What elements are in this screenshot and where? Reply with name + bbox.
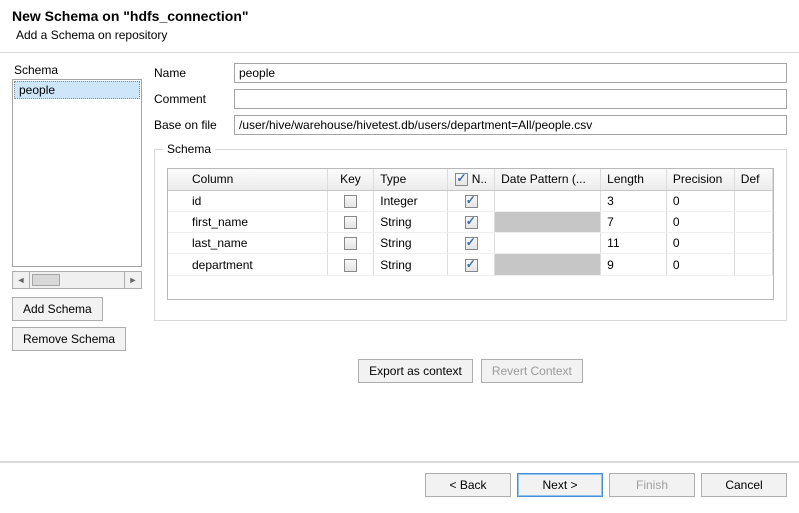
revert-context-button[interactable]: Revert Context bbox=[481, 359, 583, 383]
cell-date-pattern[interactable] bbox=[495, 254, 601, 275]
cell-precision[interactable]: 0 bbox=[666, 190, 734, 211]
name-input[interactable] bbox=[234, 63, 787, 83]
finish-button[interactable]: Finish bbox=[609, 473, 695, 497]
base-on-file-input[interactable] bbox=[234, 115, 787, 135]
checkbox-icon[interactable] bbox=[344, 216, 357, 229]
cell-default[interactable] bbox=[734, 233, 772, 254]
table-row[interactable]: first_name String 70 bbox=[168, 211, 773, 232]
form-area: Name Comment Base on file Schema Column … bbox=[154, 63, 787, 453]
schema-grid[interactable]: Column Key Type N.. Date Pattern (... Le… bbox=[167, 168, 774, 300]
schema-list-scrollbar[interactable]: ◄ ► bbox=[12, 271, 142, 289]
cell-precision[interactable]: 0 bbox=[666, 211, 734, 232]
cell-default[interactable] bbox=[734, 190, 772, 211]
cell-key[interactable] bbox=[327, 190, 374, 211]
schema-group: Schema Column Key Type N.. Date Pattern … bbox=[154, 149, 787, 321]
scroll-track[interactable] bbox=[30, 271, 124, 289]
add-schema-button[interactable]: Add Schema bbox=[12, 297, 103, 321]
header-date-pattern[interactable]: Date Pattern (... bbox=[495, 169, 601, 190]
cell-type[interactable]: String bbox=[374, 211, 448, 232]
checkbox-icon[interactable] bbox=[344, 195, 357, 208]
header-default[interactable]: Def bbox=[734, 169, 772, 190]
cell-precision[interactable]: 0 bbox=[666, 233, 734, 254]
cell-length[interactable]: 7 bbox=[601, 211, 667, 232]
cell-nullable[interactable] bbox=[448, 211, 495, 232]
header-precision[interactable]: Precision bbox=[666, 169, 734, 190]
cell-date-pattern[interactable] bbox=[495, 233, 601, 254]
wizard-header: New Schema on "hdfs_connection" Add a Sc… bbox=[0, 0, 799, 52]
scroll-left-icon[interactable]: ◄ bbox=[12, 271, 30, 289]
cell-date-pattern[interactable] bbox=[495, 190, 601, 211]
cancel-button[interactable]: Cancel bbox=[701, 473, 787, 497]
schema-list[interactable]: people bbox=[12, 79, 142, 267]
cell-nullable[interactable] bbox=[448, 254, 495, 275]
comment-label: Comment bbox=[154, 92, 226, 106]
remove-schema-button[interactable]: Remove Schema bbox=[12, 327, 126, 351]
header-key[interactable]: Key bbox=[327, 169, 374, 190]
schema-list-label: Schema bbox=[12, 63, 142, 77]
base-on-file-label: Base on file bbox=[154, 118, 226, 132]
header-column[interactable]: Column bbox=[168, 169, 327, 190]
checkbox-icon[interactable] bbox=[465, 216, 478, 229]
cell-precision[interactable]: 0 bbox=[666, 254, 734, 275]
cell-type[interactable]: Integer bbox=[374, 190, 448, 211]
cell-key[interactable] bbox=[327, 233, 374, 254]
schema-list-item[interactable]: people bbox=[14, 81, 140, 99]
cell-type[interactable]: String bbox=[374, 254, 448, 275]
comment-input[interactable] bbox=[234, 89, 787, 109]
schema-group-label: Schema bbox=[163, 142, 215, 156]
wizard-body: Schema people ◄ ► Add Schema Remove Sche… bbox=[0, 53, 799, 461]
next-button[interactable]: Next > bbox=[517, 473, 603, 497]
checkbox-icon[interactable] bbox=[465, 237, 478, 250]
cell-default[interactable] bbox=[734, 254, 772, 275]
header-nullable[interactable]: N.. bbox=[448, 169, 495, 190]
context-button-row: Export as context Revert Context bbox=[154, 359, 787, 383]
cell-key[interactable] bbox=[327, 211, 374, 232]
checkbox-icon[interactable] bbox=[465, 195, 478, 208]
wizard-footer: < Back Next > Finish Cancel bbox=[0, 462, 799, 507]
cell-date-pattern[interactable] bbox=[495, 211, 601, 232]
scroll-right-icon[interactable]: ► bbox=[124, 271, 142, 289]
checkbox-icon[interactable] bbox=[344, 237, 357, 250]
wizard-title: New Schema on "hdfs_connection" bbox=[12, 8, 787, 24]
cell-column[interactable]: last_name bbox=[168, 233, 327, 254]
table-row[interactable]: last_name String 110 bbox=[168, 233, 773, 254]
checkbox-icon[interactable] bbox=[455, 173, 468, 186]
export-as-context-button[interactable]: Export as context bbox=[358, 359, 473, 383]
table-row[interactable]: department String 90 bbox=[168, 254, 773, 275]
cell-length[interactable]: 11 bbox=[601, 233, 667, 254]
schema-panel: Schema people ◄ ► Add Schema Remove Sche… bbox=[12, 63, 142, 453]
back-button[interactable]: < Back bbox=[425, 473, 511, 497]
wizard-subtitle: Add a Schema on repository bbox=[12, 28, 787, 42]
checkbox-icon[interactable] bbox=[344, 259, 357, 272]
header-length[interactable]: Length bbox=[601, 169, 667, 190]
cell-type[interactable]: String bbox=[374, 233, 448, 254]
name-label: Name bbox=[154, 66, 226, 80]
cell-column[interactable]: first_name bbox=[168, 211, 327, 232]
checkbox-icon[interactable] bbox=[465, 259, 478, 272]
cell-default[interactable] bbox=[734, 211, 772, 232]
grid-header-row: Column Key Type N.. Date Pattern (... Le… bbox=[168, 169, 773, 190]
cell-length[interactable]: 9 bbox=[601, 254, 667, 275]
cell-nullable[interactable] bbox=[448, 233, 495, 254]
cell-column[interactable]: department bbox=[168, 254, 327, 275]
cell-nullable[interactable] bbox=[448, 190, 495, 211]
header-type[interactable]: Type bbox=[374, 169, 448, 190]
scroll-thumb[interactable] bbox=[32, 274, 60, 286]
table-row[interactable]: id Integer 30 bbox=[168, 190, 773, 211]
cell-column[interactable]: id bbox=[168, 190, 327, 211]
cell-key[interactable] bbox=[327, 254, 374, 275]
cell-length[interactable]: 3 bbox=[601, 190, 667, 211]
